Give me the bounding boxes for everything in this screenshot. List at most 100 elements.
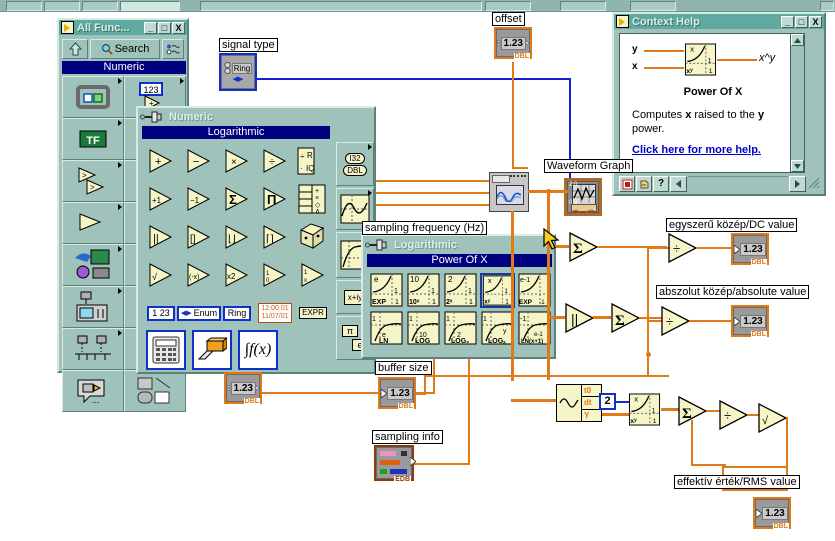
function-scale-by-power-of-2[interactable]: √ — [142, 256, 180, 294]
function-natural-log[interactable]: 1 e LN — [368, 309, 405, 347]
function-add[interactable]: + — [142, 142, 180, 180]
node-sum-array-elements-1[interactable]: Σ — [568, 232, 600, 262]
indicator-rms-value[interactable]: 1.23 DBL — [753, 497, 791, 530]
function-round-to-nearest[interactable]: [] — [180, 218, 218, 256]
help-question-icon[interactable]: ? — [653, 176, 669, 192]
node-divide-2[interactable]: ÷ — [660, 306, 692, 336]
scroll-up-button[interactable] — [791, 34, 804, 46]
toolbar-button-9[interactable] — [820, 1, 834, 11]
constant-ring[interactable]: Ring — [218, 294, 256, 332]
palette-item-file-io[interactable] — [62, 328, 124, 370]
palette-up-button[interactable] — [62, 39, 88, 59]
function-quotient-remainder[interactable]: ÷ R · IQ — [294, 142, 332, 180]
constant-timestamp[interactable]: 12:00:01 11/07/01 — [256, 294, 294, 332]
numeric-constant-palette-icon[interactable] — [146, 330, 186, 370]
function-multiply-array-elements[interactable]: Π — [256, 180, 294, 218]
maximize-button[interactable]: □ — [795, 15, 808, 28]
node-sum-array-elements-2[interactable]: Σ — [610, 303, 642, 333]
function-divide[interactable]: ÷ — [256, 142, 294, 180]
function-decrement[interactable]: −1 — [180, 180, 218, 218]
constant-expression[interactable]: EXPR — [294, 294, 332, 332]
function-add-array-elements[interactable]: Σ — [218, 180, 256, 218]
function-x-squared[interactable]: x2 — [218, 256, 256, 294]
function-subtract[interactable]: − — [180, 142, 218, 180]
close-button[interactable]: X — [809, 15, 822, 28]
back-arrow-icon[interactable] — [670, 176, 687, 192]
control-signal-type-ring[interactable]: Ring ◀▶ — [219, 53, 257, 91]
node-sum-array-elements-3[interactable]: Σ — [677, 396, 709, 426]
maximize-button[interactable]: □ — [158, 21, 171, 34]
control-buffer-size[interactable]: 1.23 DBL — [378, 377, 416, 410]
palette-item-time-dialog[interactable] — [62, 202, 124, 244]
indicator-dc-value[interactable]: 1.23 DBL — [731, 233, 769, 266]
scroll-down-button[interactable] — [791, 160, 804, 172]
indicator-waveform-graph[interactable]: 0.0 2.0 — [564, 178, 602, 216]
node-divide-1[interactable]: ÷ — [667, 233, 699, 263]
function-log-base-2[interactable]: 1 2 LOG₂ — [442, 309, 479, 347]
node-square-root[interactable]: √ — [757, 403, 789, 433]
function-power-of-10[interactable]: 10 1 10ˣ 1 — [405, 271, 442, 309]
formula-icon[interactable]: ∫f(x) — [238, 330, 278, 370]
node-simulate-signal-vi[interactable] — [489, 172, 529, 212]
toolbar-button-8[interactable] — [630, 1, 676, 11]
constant-enum[interactable]: ◀▶ Enum — [176, 294, 222, 332]
function-round-down[interactable]: ⌊⌋ — [218, 218, 256, 256]
palette-item-array-cluster[interactable] — [62, 76, 124, 118]
context-help-window[interactable]: Context Help _ □ X y x x1 xʸ 1 x^y Power… — [612, 12, 826, 196]
constant-power-exponent[interactable]: 2 — [599, 393, 616, 410]
control-offset[interactable]: 1.23 DBL — [494, 27, 532, 60]
control-sampling-info[interactable]: EDB — [374, 445, 416, 483]
function-negate[interactable]: (-x) — [180, 256, 218, 294]
function-random-number[interactable] — [294, 218, 332, 256]
logarithmic-palette-pin-row[interactable]: Logarithmic — [365, 238, 457, 252]
minimize-button[interactable]: _ — [144, 21, 157, 34]
node-power-of-x[interactable]: x 1 xʸ 1 — [628, 393, 661, 426]
toolbar-button-4[interactable] — [120, 1, 180, 11]
forward-arrow-icon[interactable] — [789, 176, 806, 192]
toolbar-button-1[interactable] — [6, 1, 42, 11]
function-absolute-value[interactable]: || — [142, 218, 180, 256]
toolbar-button-2[interactable] — [44, 1, 80, 11]
control-amplitude[interactable]: 1.23 DBL — [224, 372, 262, 405]
toolbar-button-5[interactable] — [200, 1, 482, 11]
palette-item-instrument-io[interactable] — [62, 244, 124, 286]
minimize-button[interactable]: _ — [781, 15, 794, 28]
constant-numeric[interactable]: 1 23 — [142, 294, 180, 332]
eraser-icon[interactable] — [192, 330, 232, 370]
close-button[interactable]: X — [172, 21, 185, 34]
palette-search-button[interactable]: Search — [90, 39, 160, 59]
detailed-help-icon[interactable] — [636, 176, 652, 192]
palette-item-boolean[interactable]: TF — [62, 118, 124, 160]
toolbar-button-6[interactable] — [485, 1, 531, 11]
lock-context-help-icon[interactable] — [619, 176, 635, 192]
function-reciprocal[interactable]: 10 — [256, 256, 294, 294]
context-help-vscrollbar[interactable] — [790, 34, 804, 172]
context-help-more-link[interactable]: Click here for more help. — [632, 144, 761, 156]
function-log-base-10[interactable]: 1 10 LOG — [405, 309, 442, 347]
function-power-of-2[interactable]: 2 1 2ˣ 1 — [442, 271, 479, 309]
toolbar-button-7[interactable] — [560, 1, 606, 11]
toolbar-button-3[interactable] — [82, 1, 118, 11]
context-help-titlebar[interactable]: Context Help _ □ X — [614, 14, 824, 29]
node-absolute-value[interactable]: || — [564, 303, 596, 333]
node-unbundle-waveform[interactable]: t0 dt Y — [556, 384, 602, 422]
node-divide-3[interactable]: ÷ — [718, 400, 750, 430]
subpalette-conversion[interactable]: I32 DBL — [336, 142, 374, 186]
function-exp[interactable]: e 1 EXP 1 — [368, 271, 405, 309]
palette-item-comparison[interactable]: > > — [62, 160, 124, 202]
palette-options-button[interactable] — [162, 39, 184, 59]
palette-item-advanced[interactable]: ... — [62, 370, 124, 412]
function-round-up[interactable]: ⌈⌉ — [256, 218, 294, 256]
logarithmic-palette-window[interactable]: Logarithmic Power Of X e 1 EXP 1 10 1 10… — [361, 234, 556, 359]
palette-item-data-acquisition[interactable] — [62, 286, 124, 328]
function-increment[interactable]: +1 — [142, 180, 180, 218]
context-help-hscrollbar[interactable] — [688, 176, 788, 192]
function-compound-arithmetic[interactable]: + × ◇ ∧ — [294, 180, 332, 218]
function-multiply[interactable]: × — [218, 142, 256, 180]
numeric-palette-window[interactable]: Numeric Logarithmic + − × ÷ ÷ R · IQ +1 … — [136, 106, 376, 374]
palette-item-select-vi[interactable] — [124, 370, 186, 412]
resize-grip[interactable] — [807, 176, 823, 192]
all-functions-titlebar[interactable]: All Func... _ □ X — [59, 20, 187, 35]
indicator-absolute-value[interactable]: 1.23 DBL — [731, 305, 769, 338]
function-sign[interactable]: 1x — [294, 256, 332, 294]
